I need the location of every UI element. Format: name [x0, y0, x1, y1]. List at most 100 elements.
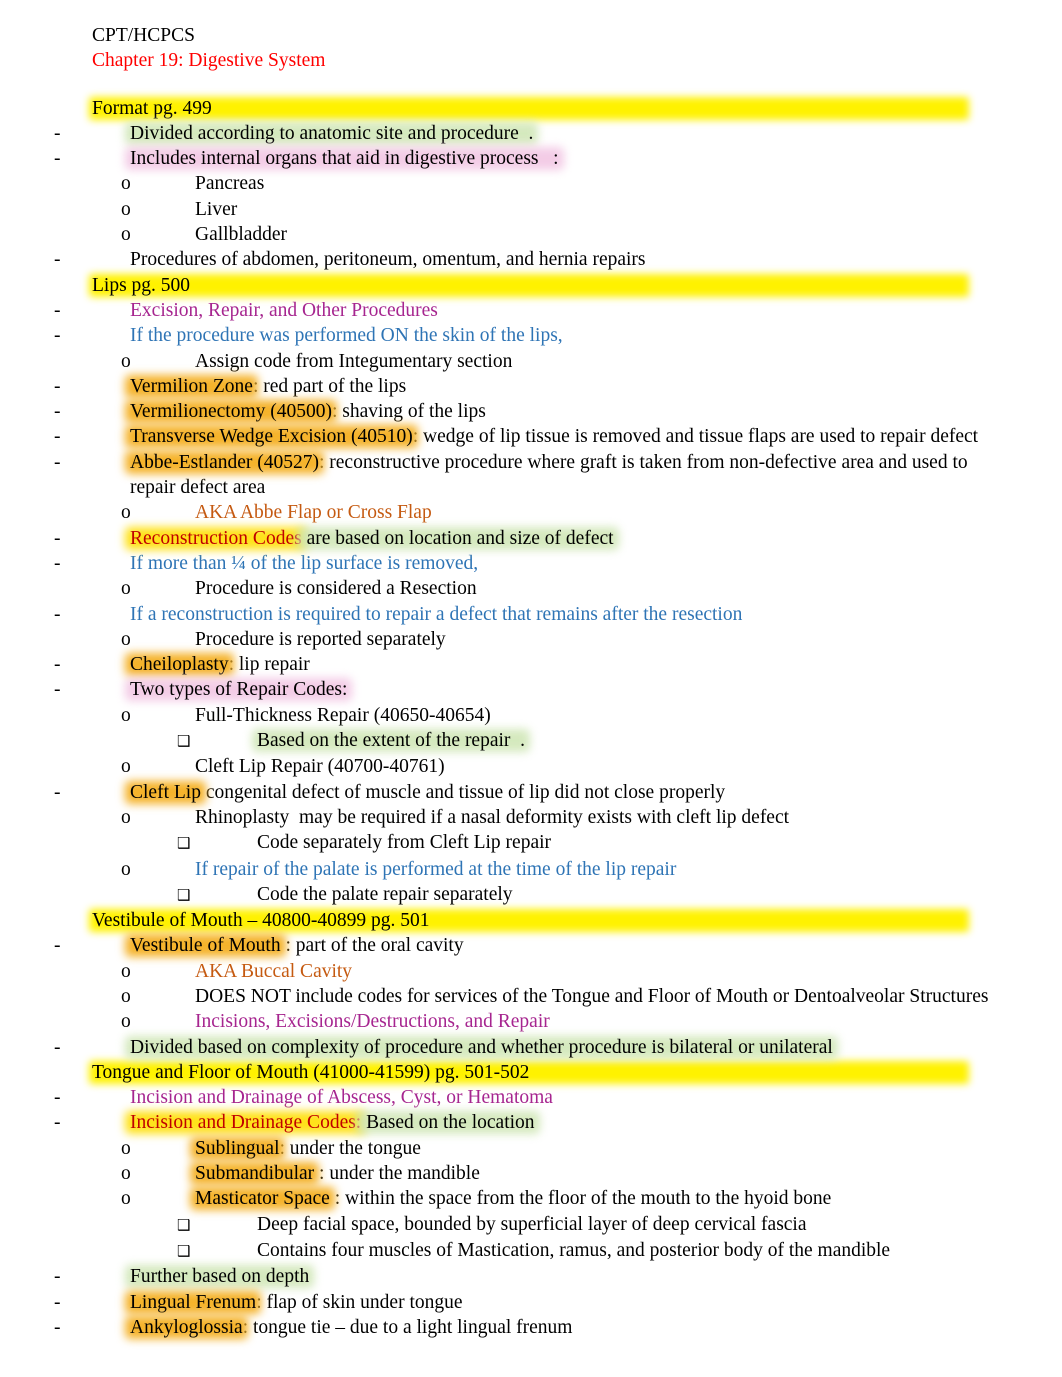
- list-item: ❑ Code separately from Cleft Lip repair: [92, 830, 992, 856]
- list-item: - Cleft Lip congenital defect of muscle a…: [54, 780, 992, 805]
- list-item-text: : tongue tie – due to a light lingual fr…: [242, 1316, 573, 1338]
- list-item-text: If repair of the palate is performed at …: [195, 858, 677, 880]
- course-title: CPT/HCPCS: [92, 25, 195, 46]
- list-item-text: DOES NOT include codes for services of t…: [195, 985, 989, 1007]
- section-heading-tongue: Tongue and Floor of Mouth (41000-41599) …: [92, 1060, 992, 1085]
- dash-marker: -: [54, 299, 61, 321]
- list-item-text: Gallbladder: [195, 224, 288, 246]
- list-item-text: : under the tongue: [279, 1137, 421, 1159]
- list-item-text: Procedures of abdomen, peritoneum, oment…: [130, 249, 646, 271]
- list-item: - Transverse Wedge Excision (40510): wedg…: [54, 424, 992, 449]
- circle-marker: o: [121, 756, 131, 778]
- term: Transverse Wedge Excision (40510): [130, 426, 413, 448]
- list-item-text: : shaving of the lips: [332, 401, 486, 423]
- list-item: - Incision and Drainage of Abscess, Cyst,…: [54, 1085, 992, 1110]
- list-item: ❑ Contains four muscles of Mastication, r…: [92, 1238, 992, 1264]
- circle-marker: o: [121, 858, 131, 880]
- list-item: o AKA Abbe Flap or Cross Flap: [92, 500, 992, 525]
- box-marker: ❑: [177, 732, 191, 751]
- term: Vermilion Zone: [130, 375, 253, 397]
- term: Incision and Drainage Codes:: [130, 1112, 362, 1134]
- list-item-text: Based on the extent of the repair .: [257, 730, 526, 752]
- list-item-text: If a reconstruction is required to repai…: [130, 603, 743, 625]
- list-item: ❑ Based on the extent of the repair .: [92, 728, 992, 754]
- list-item: - Procedures of abdomen, peritoneum, omen…: [54, 247, 992, 272]
- list-item: - Abbe-Estlander (40527): reconstructive …: [54, 450, 992, 501]
- list-item: o Full-Thickness Repair (40650-40654): [92, 703, 992, 728]
- list-item: o Masticator Space : within the space fro…: [92, 1186, 992, 1211]
- list-item: - If a reconstruction is required to repa…: [54, 602, 992, 627]
- list-item-text: If the procedure was performed ON the sk…: [130, 325, 563, 347]
- list-item: - If the procedure was performed ON the s…: [54, 323, 992, 348]
- dash-marker: -: [54, 249, 61, 271]
- list-item: - Reconstruction Codes are based on locat…: [54, 526, 992, 551]
- list-item-text: AKA Abbe Flap or Cross Flap: [195, 502, 432, 524]
- list-item: o Procedure is reported separately: [92, 627, 992, 652]
- dash-marker: -: [54, 603, 61, 625]
- list-item: o Procedure is considered a Resection: [92, 576, 992, 601]
- title-spacer: [92, 74, 992, 96]
- chapter-title: Chapter 19: Digestive System: [92, 50, 326, 72]
- list-item-text: : part of the oral cavity: [280, 935, 464, 957]
- list-item-text: Code separately from Cleft Lip repair: [257, 832, 552, 854]
- term: Reconstruction Codes: [130, 527, 302, 549]
- circle-marker: o: [121, 350, 131, 372]
- list-item: o Gallbladder: [92, 222, 992, 247]
- list-item-text: Code the palate repair separately: [257, 883, 513, 905]
- list-item-text: Incision and Drainage of Abscess, Cyst, …: [130, 1087, 553, 1109]
- list-item-text: Procedure is considered a Resection: [195, 578, 477, 600]
- list-item-text: Two types of Repair Codes:: [130, 679, 348, 701]
- list-item-text: Deep facial space, bounded by superficia…: [257, 1213, 807, 1235]
- list-item: o Submandibular : under the mandible: [92, 1161, 992, 1186]
- term: Vermilionectomy (40500): [130, 401, 332, 423]
- list-item-text: Includes internal organs that aid in dig…: [130, 148, 559, 170]
- heading-text: Lips pg. 500: [92, 274, 191, 296]
- list-item: o Incisions, Excisions/Destructions, and …: [92, 1009, 992, 1034]
- list-item-text: : wedge of lip tissue is removed and tis…: [412, 426, 979, 448]
- list-item-text: are based on location and size of defect: [301, 527, 614, 549]
- list-item: - Divided based on complexity of procedur…: [54, 1035, 992, 1060]
- list-item-text: Further based on depth: [130, 1266, 310, 1288]
- list-item-text: If more than ¼ of the lip surface is rem…: [130, 552, 479, 574]
- list-item: - Incision and Drainage Codes: Based on t…: [54, 1110, 992, 1135]
- heading-text: Format pg. 499: [92, 97, 212, 119]
- term: Cheiloplasty: [130, 654, 229, 676]
- list-item: - Ankyloglossia: tongue tie – due to a li…: [54, 1315, 992, 1340]
- list-item: - Two types of Repair Codes:: [54, 677, 992, 702]
- list-item-text: Full-Thickness Repair (40650-40654): [195, 704, 491, 726]
- term: Submandibular: [195, 1163, 315, 1185]
- list-item-text: Pancreas: [195, 173, 265, 195]
- term: Abbe-Estlander (40527): [130, 451, 319, 473]
- circle-marker: o: [121, 1011, 131, 1033]
- term: Ankyloglossia: [130, 1316, 243, 1338]
- heading-text: Tongue and Floor of Mouth (41000-41599) …: [92, 1061, 530, 1083]
- term: Masticator Space: [195, 1188, 330, 1210]
- dash-marker: -: [54, 325, 61, 347]
- list-item-text: Liver: [195, 198, 238, 220]
- list-item-text: Cleft Lip Repair (40700-40761): [195, 756, 445, 778]
- term: Lingual Frenum: [130, 1291, 257, 1313]
- list-item-text: Divided according to anatomic site and p…: [130, 122, 534, 144]
- list-item: o Pancreas: [92, 171, 992, 196]
- list-item-text: Divided based on complexity of procedure…: [130, 1036, 833, 1058]
- list-item-text: Excision, Repair, and Other Procedures: [130, 299, 438, 321]
- box-marker: ❑: [177, 1241, 191, 1260]
- document-body: CPT/HCPCS Chapter 19: Digestive System F…: [54, 23, 992, 1340]
- dash-marker: -: [54, 1087, 61, 1109]
- list-item-text: AKA Buccal Cavity: [195, 960, 353, 982]
- list-item-text: Assign code from Integumentary section: [195, 350, 513, 372]
- list-item: o AKA Buccal Cavity: [92, 959, 992, 984]
- dash-marker: -: [54, 552, 61, 574]
- section-heading-format: Format pg. 499: [92, 96, 992, 121]
- circle-marker: o: [121, 985, 131, 1007]
- circle-marker: o: [121, 173, 131, 195]
- list-item-text: : within the space from the floor of the…: [329, 1188, 832, 1210]
- list-item: - Further based on depth: [54, 1264, 992, 1289]
- list-item: - Divided according to anatomic site and …: [54, 121, 992, 146]
- list-item: ❑ Deep facial space, bounded by superfici…: [92, 1212, 992, 1238]
- list-item-text: Contains four muscles of Mastication, ra…: [257, 1239, 891, 1261]
- box-marker: ❑: [177, 834, 191, 853]
- list-item-text: Based on the location: [361, 1112, 535, 1134]
- list-item-text: : flap of skin under tongue: [256, 1291, 463, 1313]
- section-heading-lips: Lips pg. 500: [92, 273, 992, 298]
